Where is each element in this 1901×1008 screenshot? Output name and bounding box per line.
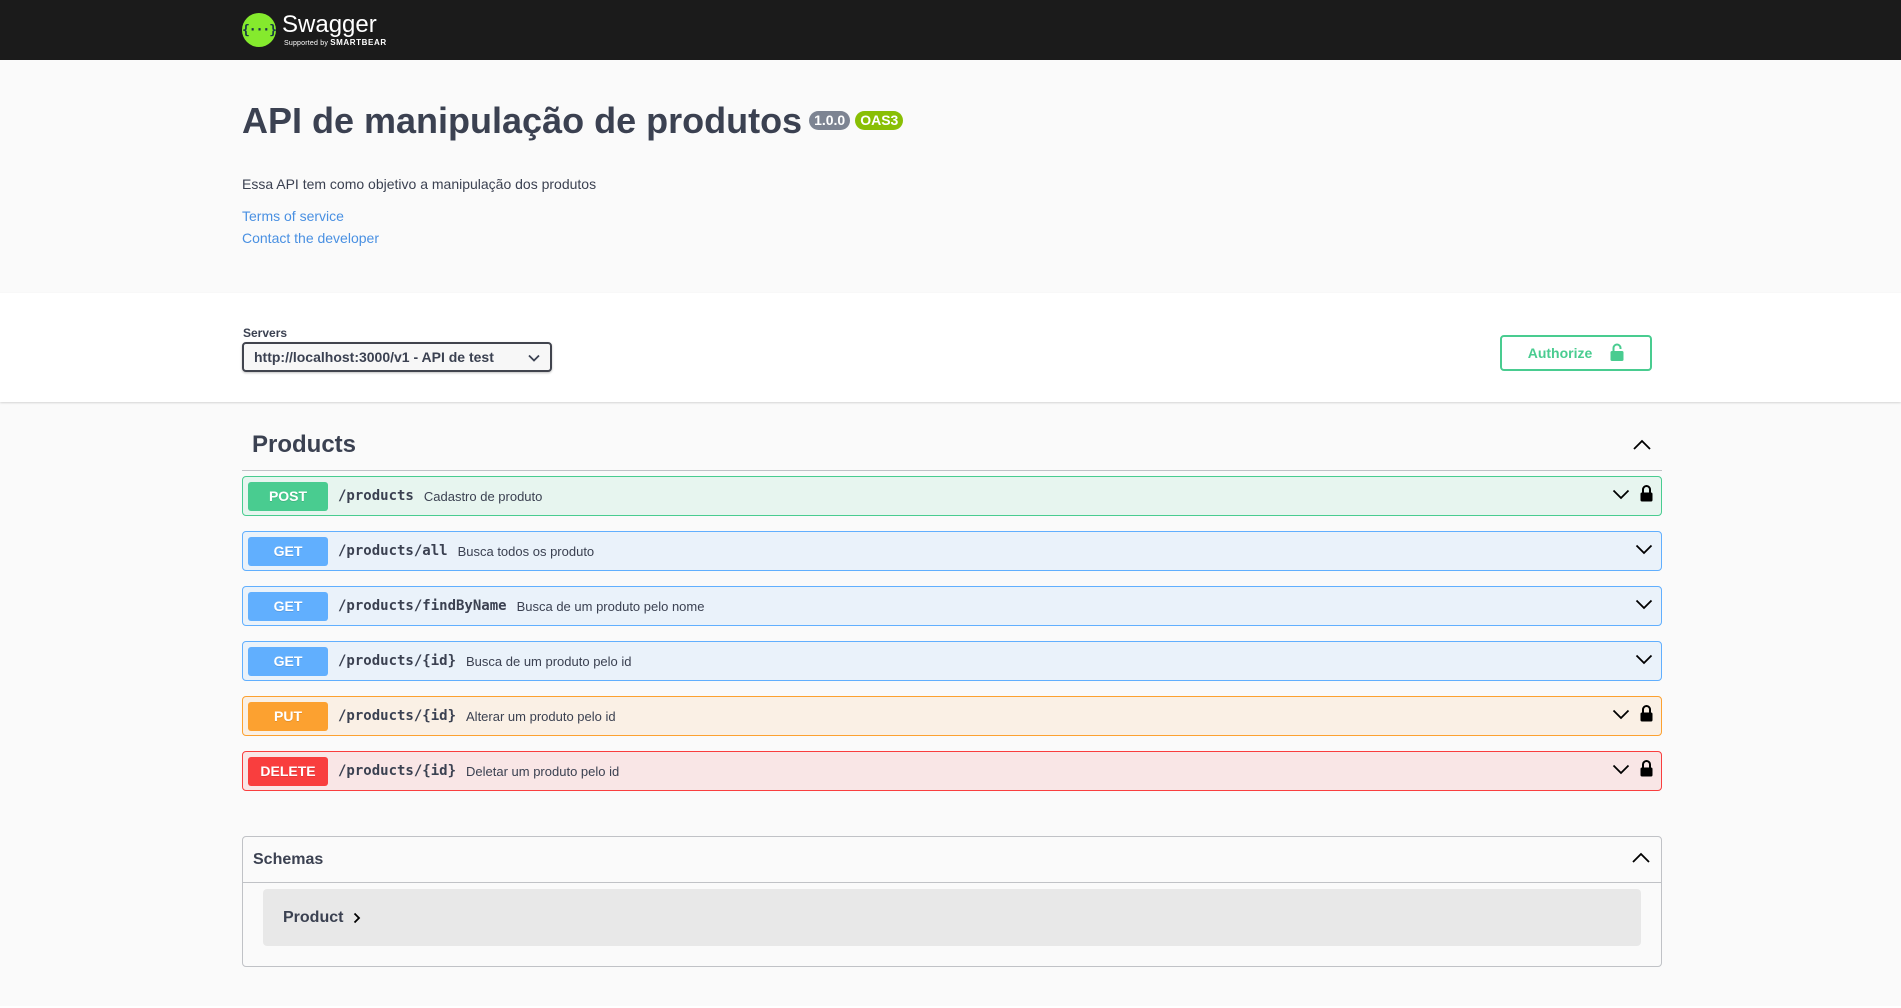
operation-summary: Deletar um produto pelo id (466, 763, 620, 779)
method-badge: GET (248, 591, 328, 621)
operation-summary: Busca de um produto pelo id (466, 653, 632, 669)
swagger-logo-icon: {···} (242, 13, 277, 47)
operation-path: /products/findByName (338, 598, 507, 614)
schemas-section: Schemas Product (242, 836, 1662, 967)
method-badge: GET (248, 536, 328, 566)
method-badge: PUT (248, 701, 328, 731)
brand-text: Swagger Supported by SMARTBEAR (282, 12, 387, 48)
schema-name: Product (283, 908, 344, 926)
operation-summary: Alterar um produto pelo id (466, 708, 616, 724)
operation-path: /products/{id} (338, 653, 457, 669)
operation-summary: Busca de um produto pelo nome (516, 598, 705, 614)
contact-developer-link[interactable]: Contact the developer (242, 230, 1662, 246)
operation-path: /products/{id} (338, 763, 457, 779)
operation-get-products-id[interactable]: GET /products/{id} Busca de um produto p… (242, 641, 1662, 681)
operation-put-products-id[interactable]: PUT /products/{id} Alterar um produto pe… (242, 696, 1662, 736)
operation-controls (1612, 477, 1653, 515)
operation-controls (1635, 532, 1653, 570)
operation-path: /products/all (338, 543, 448, 559)
oas-badge: OAS3 (855, 111, 904, 130)
products-tag-header[interactable]: Products (242, 420, 1662, 471)
chevron-right-icon[interactable] (353, 912, 361, 924)
operation-delete-products-id[interactable]: DELETE /products/{id} Deletar um produto… (242, 751, 1662, 791)
method-badge: GET (248, 646, 328, 676)
terms-of-service-link[interactable]: Terms of service (242, 208, 1662, 224)
servers-selected-value: http://localhost:3000/v1 - API de test (254, 349, 494, 365)
operation-controls (1612, 697, 1653, 735)
chevron-down-icon[interactable] (1612, 487, 1630, 505)
supported-by-text: Supported by (284, 40, 329, 47)
operation-summary: Cadastro de produto (423, 488, 543, 504)
servers-label: Servers (243, 326, 288, 340)
authorize-label: Authorize (1527, 345, 1593, 361)
operation-path: /products/{id} (338, 708, 457, 724)
chevron-up-icon[interactable] (1632, 435, 1652, 455)
operation-path: /products (338, 488, 414, 504)
lock-icon[interactable] (1640, 760, 1653, 782)
operation-summary: Busca todos os produto (457, 543, 595, 559)
method-badge: POST (248, 481, 328, 511)
swagger-brand-link[interactable]: {···} Swagger Supported by SMARTBEAR (242, 10, 387, 50)
version-badge: 1.0.0 (809, 111, 851, 130)
operation-post-products[interactable]: POST /products Cadastro de produto (242, 476, 1662, 516)
products-tag-section: Products POST /products Cadastro de prod… (242, 420, 1662, 791)
chevron-down-icon[interactable] (1612, 762, 1630, 780)
authorize-button[interactable]: Authorize (1500, 335, 1652, 371)
chevron-down-icon[interactable] (1612, 707, 1630, 725)
schemas-title: Schemas (253, 850, 324, 868)
chevron-down-icon[interactable] (1635, 597, 1653, 615)
operation-controls (1612, 752, 1653, 790)
api-description: Essa API tem como objetivo a manipulação… (242, 176, 597, 192)
page-title: API de manipulação de produtos (242, 100, 803, 141)
lock-icon[interactable] (1640, 485, 1653, 507)
brand-name: Swagger (282, 11, 377, 38)
products-tag-title: Products (252, 431, 357, 458)
schemas-header[interactable]: Schemas (243, 837, 1661, 883)
operation-controls (1635, 642, 1653, 680)
lock-open-icon (1610, 343, 1624, 364)
title-row: API de manipulação de produtos 1.0.0 OAS… (242, 95, 1662, 147)
operation-get-products-findbyname[interactable]: GET /products/findByName Busca de um pro… (242, 586, 1662, 626)
operation-get-products-all[interactable]: GET /products/all Busca todos os produto (242, 531, 1662, 571)
topbar: {···} Swagger Supported by SMARTBEAR (0, 0, 1901, 60)
lock-icon[interactable] (1640, 705, 1653, 727)
brand-subtitle: Supported by SMARTBEAR (284, 38, 387, 48)
schema-product[interactable]: Product (263, 889, 1641, 946)
api-info: API de manipulação de produtos 1.0.0 OAS… (242, 95, 1662, 246)
chevron-up-icon[interactable] (1631, 851, 1651, 869)
method-badge: DELETE (248, 756, 328, 786)
scheme-container: Servers http://localhost:3000/v1 - API d… (0, 293, 1901, 402)
chevron-down-icon[interactable] (1635, 652, 1653, 670)
servers-select[interactable]: http://localhost:3000/v1 - API de test (242, 342, 552, 372)
operation-controls (1635, 587, 1653, 625)
chevron-down-icon (528, 349, 540, 365)
chevron-down-icon[interactable] (1635, 542, 1653, 560)
smartbear-text: SMARTBEAR (330, 38, 387, 47)
